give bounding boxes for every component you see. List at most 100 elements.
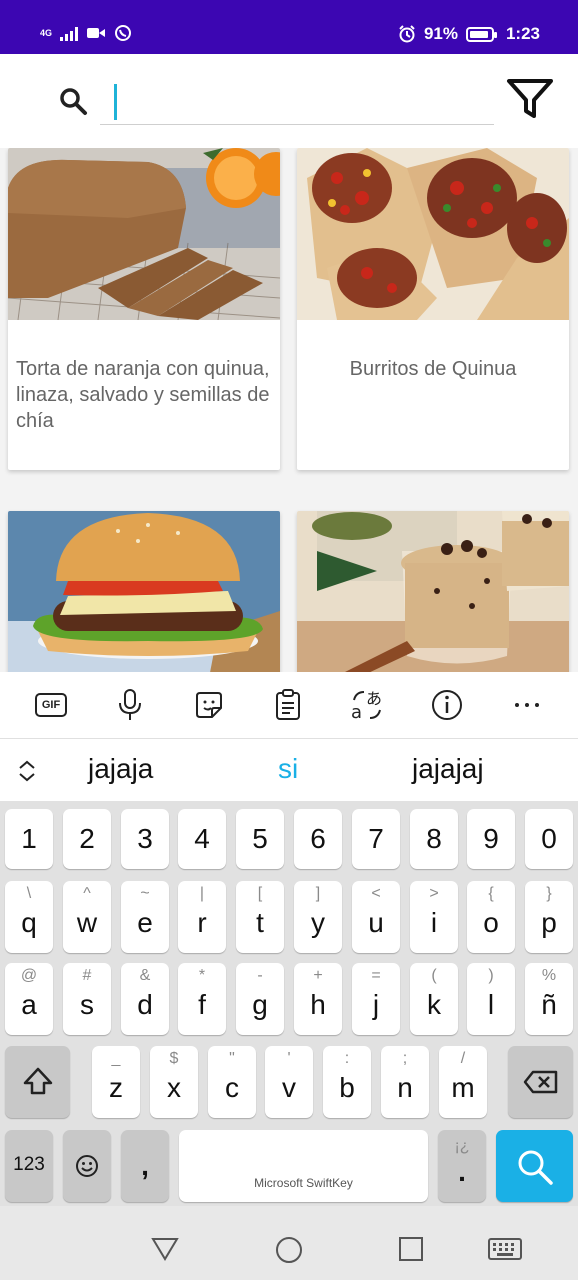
sticker-icon xyxy=(196,692,222,718)
letter-key[interactable]: @ a xyxy=(5,963,53,1035)
numbers-key-label: 123 xyxy=(13,1154,45,1175)
letter-key[interactable]: ) l xyxy=(467,963,515,1035)
info-icon xyxy=(432,690,462,720)
key-alt-label: : xyxy=(344,1050,350,1067)
back-icon[interactable] xyxy=(150,1236,180,1262)
letter-key[interactable]: $ x xyxy=(150,1046,198,1118)
status-bar: 4G 91% 1:23 xyxy=(0,0,578,54)
letter-key[interactable]: } p xyxy=(525,881,573,953)
key-label: g xyxy=(252,989,268,1020)
text-cursor xyxy=(114,84,117,120)
key-label: e xyxy=(137,907,153,938)
clipboard-button[interactable] xyxy=(271,688,305,722)
letter-key[interactable]: ^ w xyxy=(63,881,111,953)
backspace-key[interactable] xyxy=(508,1046,573,1118)
info-button[interactable] xyxy=(430,688,464,722)
number-key[interactable]: 5 xyxy=(236,809,284,869)
recipe-card[interactable]: Torta de naranja con quinua, linaza, sal… xyxy=(8,148,280,470)
letter-key[interactable]: | r xyxy=(178,881,226,953)
filter-icon[interactable] xyxy=(506,78,554,120)
key-alt-label: - xyxy=(257,967,263,984)
recents-icon[interactable] xyxy=(398,1236,424,1262)
letter-key[interactable]: < u xyxy=(352,881,400,953)
letter-key[interactable]: ~ e xyxy=(121,881,169,953)
number-key[interactable]: 9 xyxy=(467,809,515,869)
numbers-key[interactable]: 123 xyxy=(5,1130,53,1202)
home-icon[interactable] xyxy=(274,1235,304,1265)
alarm-icon xyxy=(399,25,415,43)
number-key[interactable]: 3 xyxy=(121,809,169,869)
letter-key[interactable]: & d xyxy=(121,963,169,1035)
sticker-button[interactable] xyxy=(192,688,226,722)
key-label: k xyxy=(427,989,441,1020)
search-icon[interactable] xyxy=(58,86,88,116)
number-key[interactable]: 1 xyxy=(5,809,53,869)
key-label: i xyxy=(430,907,438,938)
letter-key[interactable]: {o xyxy=(467,881,515,953)
key-alt-label: & xyxy=(139,967,151,984)
keyboard-icon[interactable] xyxy=(488,1237,522,1261)
emoji-key[interactable] xyxy=(63,1130,111,1202)
comma-key[interactable]: , xyxy=(121,1130,169,1202)
letter-key[interactable]: ' v xyxy=(265,1046,313,1118)
signal-icon xyxy=(60,25,79,41)
battery-percent: 91% xyxy=(423,24,458,43)
translate-button[interactable]: aあ xyxy=(350,688,384,722)
number-key[interactable]: 7 xyxy=(352,809,400,869)
recipe-card[interactable]: Burritos de Quinua xyxy=(297,148,569,470)
number-key[interactable]: 2 xyxy=(63,809,111,869)
recipe-image-burger xyxy=(8,511,280,672)
recipe-image-orange-cake xyxy=(8,148,280,320)
search-submit-key[interactable] xyxy=(496,1130,573,1202)
key-alt-label: ] xyxy=(315,885,321,902)
letter-key[interactable]: ] y xyxy=(294,881,342,953)
recipe-card[interactable] xyxy=(8,511,280,672)
key-label: 9 xyxy=(483,823,499,854)
letter-key[interactable]: / m xyxy=(439,1046,487,1118)
suggestion-left[interactable]: jajaja xyxy=(88,753,153,785)
key-label: 1 xyxy=(21,823,37,854)
letter-key[interactable]: # s xyxy=(63,963,111,1035)
more-button[interactable] xyxy=(510,688,544,722)
letter-key[interactable]: ; n xyxy=(381,1046,429,1118)
gif-button[interactable]: GIF xyxy=(34,688,68,722)
number-key[interactable]: 0 xyxy=(525,809,573,869)
number-key[interactable]: 4 xyxy=(178,809,226,869)
key-label: 6 xyxy=(310,823,326,854)
key-alt-label: | xyxy=(199,885,205,902)
letter-key[interactable]: % ñ xyxy=(525,963,573,1035)
letter-key[interactable]: " c xyxy=(208,1046,256,1118)
microphone-button[interactable] xyxy=(113,688,147,722)
letter-key[interactable]: [t xyxy=(236,881,284,953)
key-label: s xyxy=(80,989,94,1020)
space-key[interactable]: Microsoft SwiftKey xyxy=(179,1130,428,1202)
letter-key[interactable]: _ z xyxy=(92,1046,140,1118)
letter-key[interactable]: \ q xyxy=(5,881,53,953)
status-left: 4G xyxy=(40,24,132,42)
letter-key[interactable]: * f xyxy=(178,963,226,1035)
key-alt-label: ~ xyxy=(140,885,150,902)
suggestion-center[interactable]: si xyxy=(278,753,298,785)
backspace-icon xyxy=(523,1070,558,1094)
letter-key[interactable]: = j xyxy=(352,963,400,1035)
number-key[interactable]: 8 xyxy=(410,809,458,869)
key-label: h xyxy=(310,989,326,1020)
letter-key[interactable]: -g xyxy=(236,963,284,1035)
key-label: ñ xyxy=(541,989,557,1020)
period-key[interactable]: ¡¿ . xyxy=(438,1130,486,1202)
recipe-card[interactable] xyxy=(297,511,569,672)
letter-key[interactable]: :b xyxy=(323,1046,371,1118)
letter-key[interactable]: + h xyxy=(294,963,342,1035)
letter-key[interactable]: > i xyxy=(410,881,458,953)
key-label: 0 xyxy=(541,823,557,854)
number-key[interactable]: 6 xyxy=(294,809,342,869)
key-label: r xyxy=(197,907,207,938)
comma-key-label: , xyxy=(141,1150,149,1181)
collapse-icon[interactable] xyxy=(17,759,37,783)
search-input[interactable] xyxy=(100,78,494,125)
emoji-icon xyxy=(76,1155,98,1177)
key-label: 8 xyxy=(426,823,442,854)
letter-key[interactable]: (k xyxy=(410,963,458,1035)
shift-key[interactable] xyxy=(5,1046,70,1118)
suggestion-right[interactable]: jajajaj xyxy=(412,753,484,785)
